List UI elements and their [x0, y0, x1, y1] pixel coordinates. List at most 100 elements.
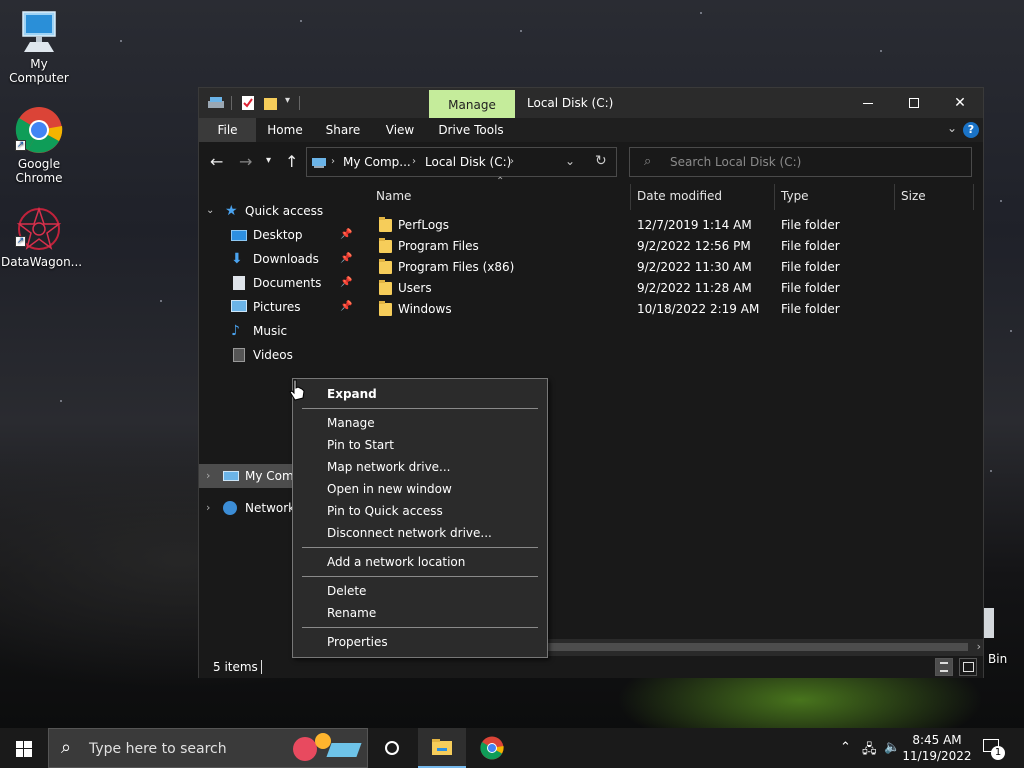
- desktop-icon-my-computer[interactable]: My Computer: [1, 10, 77, 85]
- chevron-right-icon: ›: [206, 501, 211, 514]
- desktop-icon-label: Google Chrome: [15, 157, 63, 185]
- tab-share[interactable]: Share: [314, 118, 372, 142]
- close-button[interactable]: ✕: [937, 88, 983, 118]
- pin-icon: 📌: [340, 253, 353, 264]
- breadcrumb-separator: ›: [412, 156, 416, 167]
- drive-icon: [208, 97, 224, 108]
- menu-item-disconnect-network-drive[interactable]: Disconnect network drive...: [293, 522, 547, 544]
- menu-item-manage[interactable]: Manage: [293, 412, 547, 434]
- chevron-down-icon[interactable]: ⌄: [206, 200, 214, 222]
- search-input[interactable]: Search Local Disk (C:): [670, 155, 801, 169]
- scroll-right-icon[interactable]: ›: [977, 640, 981, 653]
- pin-icon: 📌: [340, 277, 353, 288]
- pin-icon: 📌: [340, 229, 353, 240]
- details-view-button[interactable]: [935, 658, 953, 676]
- menu-item-map-network-drive[interactable]: Map network drive...: [293, 456, 547, 478]
- table-row[interactable]: Windows 10/18/2022 2:19 AM File folder: [358, 299, 983, 320]
- desktop-icon: [231, 230, 247, 241]
- table-row[interactable]: PerfLogs 12/7/2019 1:14 AM File folder: [358, 215, 983, 236]
- minimize-button[interactable]: [845, 88, 891, 118]
- up-button[interactable]: ↑: [285, 152, 298, 171]
- search-icon: ⌕: [644, 154, 652, 169]
- taskbar-clock[interactable]: 8:45 AM 11/19/2022: [902, 732, 972, 764]
- title-bar[interactable]: ▾ Manage Local Disk (C:) ✕: [199, 88, 983, 118]
- large-icons-view-button[interactable]: [959, 658, 977, 676]
- address-dropdown-icon[interactable]: ⌄: [565, 154, 575, 168]
- search-icon: ⌕: [61, 737, 72, 758]
- back-button[interactable]: ←: [210, 152, 223, 171]
- column-header-type[interactable]: Type: [781, 182, 891, 210]
- hand-cursor-icon: [289, 379, 305, 401]
- column-divider[interactable]: [894, 184, 895, 210]
- nav-desktop[interactable]: Desktop 📌: [231, 224, 357, 246]
- recent-locations-button[interactable]: ▾: [266, 155, 271, 166]
- new-folder-icon[interactable]: [263, 95, 279, 111]
- network-icon: [223, 501, 237, 515]
- desktop-icon-google-chrome[interactable]: ↗ Google Chrome: [1, 106, 77, 185]
- table-row[interactable]: Program Files (x86) 9/2/2022 11:30 AM Fi…: [358, 257, 983, 278]
- network-tray-icon[interactable]: 🖧: [862, 740, 877, 762]
- volume-tray-icon[interactable]: 🔈: [884, 740, 900, 755]
- menu-item-pin-to-start[interactable]: Pin to Start: [293, 434, 547, 456]
- breadcrumb-local-disk[interactable]: Local Disk (C:): [425, 155, 511, 169]
- tab-drive-tools[interactable]: Drive Tools: [431, 118, 511, 142]
- status-bar: 5 items: [199, 656, 983, 678]
- menu-item-delete[interactable]: Delete: [293, 580, 547, 602]
- column-divider[interactable]: [774, 184, 775, 210]
- column-header-name[interactable]: Name: [376, 182, 630, 210]
- start-button[interactable]: [0, 728, 48, 768]
- forward-button[interactable]: →: [239, 152, 252, 171]
- divider: [261, 660, 262, 674]
- task-view-button[interactable]: [368, 728, 416, 768]
- large-icons-view-icon: [963, 662, 974, 672]
- desktop-icon-datawagon[interactable]: ↗ DataWagon...: [1, 206, 82, 269]
- maximize-icon: [909, 98, 919, 108]
- nav-videos[interactable]: Videos: [231, 344, 357, 366]
- ribbon: File Home Share View Drive Tools ⌄ ?: [199, 118, 983, 142]
- show-hidden-icons-button[interactable]: ⌃: [840, 740, 851, 755]
- menu-item-pin-to-quick-access[interactable]: Pin to Quick access: [293, 500, 547, 522]
- address-bar[interactable]: › My Comp... › Local Disk (C:) › ⌄ ↻: [306, 147, 617, 177]
- file-explorer-icon: [432, 739, 452, 755]
- nav-pictures[interactable]: Pictures 📌: [231, 296, 357, 318]
- desktop-icon-recycle-bin[interactable]: Bin: [982, 606, 1024, 668]
- menu-item-add-network-location[interactable]: Add a network location: [293, 551, 547, 573]
- properties-icon[interactable]: [241, 95, 255, 111]
- window-title: Local Disk (C:): [527, 96, 614, 110]
- table-row[interactable]: Program Files 9/2/2022 12:56 PM File fol…: [358, 236, 983, 257]
- close-icon: ✕: [954, 95, 966, 111]
- chrome-icon: [480, 736, 504, 760]
- column-divider[interactable]: [973, 184, 974, 210]
- nav-documents[interactable]: Documents 📌: [231, 272, 357, 294]
- search-box[interactable]: ⌕ Search Local Disk (C:): [629, 147, 972, 177]
- scrollbar-thumb[interactable]: [548, 643, 968, 651]
- taskbar-search-box[interactable]: ⌕ Type here to search: [48, 728, 368, 768]
- taskbar-search-input[interactable]: Type here to search: [89, 741, 227, 757]
- notification-center-button[interactable]: 1: [980, 736, 1010, 762]
- shortcut-arrow-icon: ↗: [15, 140, 26, 151]
- maximize-button[interactable]: [891, 88, 937, 118]
- breadcrumb-my-computer[interactable]: My Comp...: [343, 155, 411, 169]
- menu-item-properties[interactable]: Properties: [293, 631, 547, 653]
- menu-item-open-in-new-window[interactable]: Open in new window: [293, 478, 547, 500]
- menu-item-expand[interactable]: Expand: [293, 383, 547, 405]
- tab-manage[interactable]: Manage: [429, 90, 515, 118]
- help-icon[interactable]: ?: [963, 122, 979, 138]
- expand-ribbon-icon[interactable]: ⌄: [947, 121, 957, 135]
- customize-quick-access-icon[interactable]: ▾: [285, 95, 290, 106]
- tab-view[interactable]: View: [372, 118, 428, 142]
- menu-separator: [302, 547, 538, 548]
- tab-file[interactable]: File: [199, 118, 256, 142]
- column-header-date-modified[interactable]: Date modified: [637, 182, 773, 210]
- nav-downloads[interactable]: ⬇ Downloads 📌: [231, 248, 357, 270]
- chrome-taskbar-button[interactable]: [468, 728, 516, 768]
- tab-home[interactable]: Home: [256, 118, 314, 142]
- column-header-size[interactable]: Size: [901, 182, 971, 210]
- nav-music[interactable]: ♪ Music: [231, 320, 357, 342]
- menu-item-rename[interactable]: Rename: [293, 602, 547, 624]
- refresh-icon[interactable]: ↻: [595, 153, 607, 169]
- file-explorer-taskbar-button[interactable]: [418, 728, 466, 768]
- table-row[interactable]: Users 9/2/2022 11:28 AM File folder: [358, 278, 983, 299]
- column-divider[interactable]: [630, 184, 631, 210]
- nav-quick-access[interactable]: ⌄ ★ Quick access: [206, 200, 355, 222]
